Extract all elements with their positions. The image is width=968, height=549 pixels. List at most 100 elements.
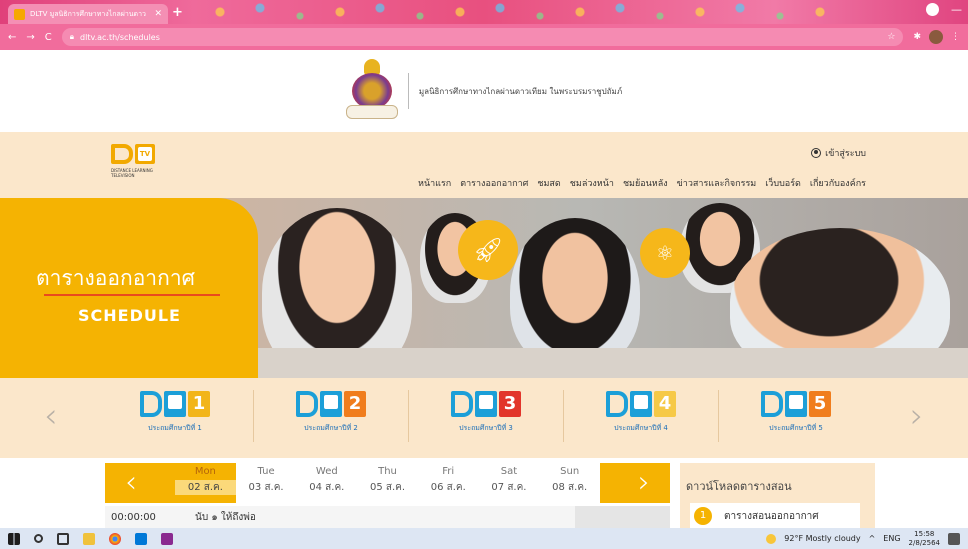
dltv-logo[interactable]: DISTANCE LEARNING TELEVISION [111,144,159,180]
grade-label: ประถมศึกษาปีที่ 4 [614,424,668,432]
nav-schedule[interactable]: ตารางออกอากาศ [460,176,528,190]
grade-label: ประถมศึกษาปีที่ 5 [769,424,823,432]
hero-underline [44,294,220,296]
lock-icon[interactable]: 🔒︎ [70,32,74,42]
main-nav: หน้าแรก ตารางออกอากาศ ชมสด ชมล่วงหน้า ชม… [418,176,866,190]
prev-week-icon[interactable]: ‹ [125,465,137,500]
download-item-label: ตารางสอนออกอากาศ [724,510,819,522]
site-header: DISTANCE LEARNING TELEVISION เข้าสู่ระบบ… [0,132,968,198]
nav-replay[interactable]: ชมย้อนหลัง [623,176,668,190]
grade-number: 1 [188,391,210,417]
day-tab-fri[interactable]: Fri 06 ส.ค. [418,463,479,503]
day-tab-thu[interactable]: Thu 05 ส.ค. [357,463,418,503]
grade-card-5[interactable]: 5 ประถมศึกษาปีที่ 5 [721,388,871,448]
rocket-icon: 🚀︎ [458,220,518,280]
decorative-theme-pattern [200,0,840,24]
dltv-grade-badge: 1 [140,388,210,420]
divider [407,73,409,109]
new-tab-icon[interactable]: + [172,5,183,20]
user-icon [811,148,822,158]
grade-label: ประถมศึกษาปีที่ 2 [304,424,358,432]
nav-webboard[interactable]: เว็บบอร์ด [765,176,801,190]
file-explorer-icon[interactable] [83,532,95,545]
app-icon[interactable] [161,532,173,545]
divider [718,390,719,442]
grade-card-3[interactable]: 3 ประถมศึกษาปีที่ 3 [411,388,561,448]
close-tab-icon[interactable]: ✕ [154,9,162,19]
browser-tab[interactable]: DLTV มูลนิธิการศึกษาทางไกลผ่านดาว ✕ [8,4,168,24]
login-link[interactable]: เข้าสู่ระบบ [811,146,866,160]
extensions-area: ✱ ⋮ [913,30,960,44]
day-tab-sun[interactable]: Sun 08 ส.ค. [539,463,600,503]
day-tab-wed[interactable]: Wed 04 ส.ค. [296,463,357,503]
notification-icon[interactable] [948,532,960,545]
hero-photo-desk [258,348,968,378]
bookmark-star-icon[interactable]: ☆ [887,32,895,42]
row-action-cell [575,506,670,528]
day-tabs: Mon 02 ส.ค. Tue 03 ส.ค. Wed 04 ส.ค. Thu 05 ส… [175,463,600,503]
clock[interactable]: 15:58 2/8/2564 [909,530,940,548]
download-item[interactable]: 1 ตารางสอนออกอากาศ [690,503,860,529]
grade-card-4[interactable]: 4 ประถมศึกษาปีที่ 4 [566,388,716,448]
chrome-icon[interactable] [109,532,121,545]
divider [253,390,254,442]
address-bar: ← → C 🔒︎ dltv.ac.th/schedules ☆ ✱ ⋮ [0,24,968,50]
window-controls: — [926,3,962,16]
login-label: เข้าสู่ระบบ [825,149,866,159]
program-title: นับ ๑ ให้ถึงพ่อ [195,511,256,523]
extension-icon[interactable]: ✱ [913,32,921,42]
download-panel: ดาวน์โหลดตารางสอน 1 ตารางสอนออกอากาศ [680,463,875,533]
chevron-left-icon[interactable]: ‹ [44,396,58,436]
nav-news[interactable]: ข่าวสารและกิจกรรม [677,176,757,190]
forward-icon[interactable]: → [26,32,34,43]
nav-preview[interactable]: ชมล่วงหน้า [570,176,614,190]
nav-about[interactable]: เกี่ยวกับองค์กร [810,176,866,190]
dltv-favicon-icon [14,8,25,20]
day-tab-mon[interactable]: Mon 02 ส.ค. [175,463,236,503]
next-week-icon[interactable]: › [638,465,650,500]
menu-icon[interactable]: ⋮ [951,32,960,42]
grade-label: ประถมศึกษาปีที่ 3 [459,424,513,432]
hero-photo-child [510,218,640,368]
grade-card-2[interactable]: 2 ประถมศึกษาปีที่ 2 [256,388,406,448]
browser-tab-bar: DLTV มูลนิธิการศึกษาทางไกลผ่านดาว ✕ + — [0,0,968,24]
grade-label: ประถมศึกษาปีที่ 1 [148,424,202,432]
weather-icon[interactable] [766,533,777,544]
dltv-grade-badge: 3 [451,388,521,420]
nav-home[interactable]: หน้าแรก [418,176,451,190]
chevron-right-icon[interactable]: › [910,396,924,436]
hero-title-en: SCHEDULE [78,306,181,325]
atom-icon: ⚛ [640,228,690,278]
chevron-up-icon[interactable]: ^ [869,534,876,543]
back-icon[interactable]: ← [8,32,16,43]
grade-number: 3 [499,391,521,417]
windows-start-icon[interactable] [8,532,20,545]
dltv-grade-badge: 4 [606,388,676,420]
avatar[interactable] [929,30,943,44]
dltv-grade-badge: 2 [296,388,366,420]
royal-emblem-logo [345,59,398,123]
nav-live[interactable]: ชมสด [537,176,560,190]
task-view-icon[interactable] [57,532,69,545]
divider [563,390,564,442]
url-field[interactable]: 🔒︎ dltv.ac.th/schedules ☆ [61,28,904,46]
grade-card-1[interactable]: 1 ประถมศึกษาปีที่ 1 [100,388,250,448]
store-icon[interactable] [135,532,147,545]
grade-carousel: ‹ › 1 ประถมศึกษาปีที่ 1 2 ประถมศึกษาปีที… [0,378,968,458]
profile-icon[interactable] [926,3,939,16]
reload-icon[interactable]: C [45,32,52,43]
search-icon[interactable] [34,534,43,543]
system-tray: 92°F Mostly cloudy ^ ENG 15:58 2/8/2564 [766,530,960,548]
divider [408,390,409,442]
hero-banner: 🚀︎ ⚛ ตารางออกอากาศ SCHEDULE [0,198,968,378]
lang-indicator[interactable]: ENG [883,534,900,543]
url-text: dltv.ac.th/schedules [80,32,160,42]
weather-text[interactable]: 92°F Mostly cloudy [784,534,860,543]
grade-number: 4 [654,391,676,417]
day-tab-sat[interactable]: Sat 07 ส.ค. [479,463,540,503]
table-row[interactable]: 00:00:00 นับ ๑ ให้ถึงพ่อ [105,506,575,528]
day-tab-tue[interactable]: Tue 03 ส.ค. [236,463,297,503]
minimize-icon[interactable]: — [951,3,962,16]
hero-title-panel: ตารางออกอากาศ SCHEDULE [0,198,258,378]
item-number-badge: 1 [694,507,712,525]
